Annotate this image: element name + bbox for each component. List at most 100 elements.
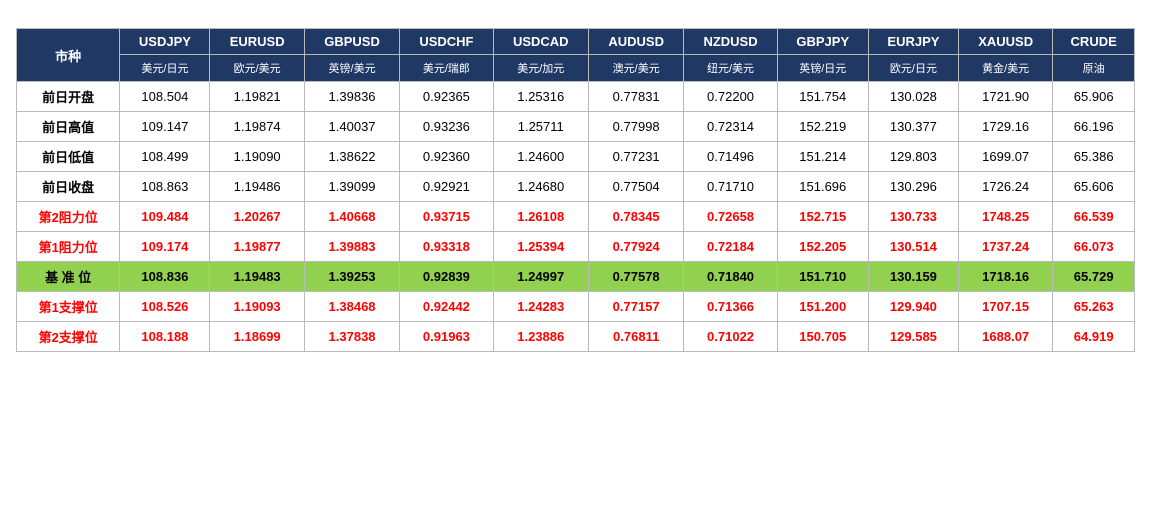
- col-header-code-eurjpy: EURJPY: [868, 29, 958, 55]
- cell-r8-c3: 0.91963: [400, 322, 493, 352]
- col-header-code-audusd: AUDUSD: [588, 29, 683, 55]
- cell-r6-c10: 65.729: [1053, 262, 1135, 292]
- cell-r1-c10: 66.196: [1053, 112, 1135, 142]
- cell-r2-c0: 108.499: [120, 142, 210, 172]
- col-header-code-xauusd: XAUUSD: [958, 29, 1052, 55]
- cell-r8-c5: 0.76811: [588, 322, 683, 352]
- cell-r7-c8: 129.940: [868, 292, 958, 322]
- col-header-code-nzdusd: NZDUSD: [684, 29, 777, 55]
- col-header-sub-eurusd: 欧元/美元: [210, 55, 304, 82]
- col-header-sub-xauusd: 黄金/美元: [958, 55, 1052, 82]
- cell-r5-c9: 1737.24: [958, 232, 1052, 262]
- col-header-code-gbpjpy: GBPJPY: [777, 29, 868, 55]
- cell-r2-c3: 0.92360: [400, 142, 493, 172]
- cell-r4-c6: 0.72658: [684, 202, 777, 232]
- cell-r6-c4: 1.24997: [493, 262, 588, 292]
- cell-r4-c4: 1.26108: [493, 202, 588, 232]
- cell-r4-c1: 1.20267: [210, 202, 304, 232]
- cell-r6-c3: 0.92839: [400, 262, 493, 292]
- cell-r0-c3: 0.92365: [400, 82, 493, 112]
- cell-r0-c0: 108.504: [120, 82, 210, 112]
- col-header-sub-gbpusd: 英镑/美元: [304, 55, 399, 82]
- cell-r7-c4: 1.24283: [493, 292, 588, 322]
- cell-r3-c1: 1.19486: [210, 172, 304, 202]
- cell-r8-c4: 1.23886: [493, 322, 588, 352]
- row-label-3: 前日收盘: [17, 172, 120, 202]
- cell-r1-c9: 1729.16: [958, 112, 1052, 142]
- cell-r3-c4: 1.24680: [493, 172, 588, 202]
- cell-r1-c4: 1.25711: [493, 112, 588, 142]
- cell-r8-c10: 64.919: [1053, 322, 1135, 352]
- cell-r4-c9: 1748.25: [958, 202, 1052, 232]
- cell-r4-c7: 152.715: [777, 202, 868, 232]
- cell-r8-c6: 0.71022: [684, 322, 777, 352]
- col-header-sub-usdcad: 美元/加元: [493, 55, 588, 82]
- cell-r5-c6: 0.72184: [684, 232, 777, 262]
- cell-r7-c1: 1.19093: [210, 292, 304, 322]
- cell-r2-c7: 151.214: [777, 142, 868, 172]
- table-row: 前日收盘108.8631.194861.390990.929211.246800…: [17, 172, 1135, 202]
- cell-r2-c2: 1.38622: [304, 142, 399, 172]
- cell-r6-c8: 130.159: [868, 262, 958, 292]
- cell-r0-c1: 1.19821: [210, 82, 304, 112]
- cell-r1-c7: 152.219: [777, 112, 868, 142]
- cell-r0-c4: 1.25316: [493, 82, 588, 112]
- col-header-code-crude: CRUDE: [1053, 29, 1135, 55]
- cell-r6-c0: 108.836: [120, 262, 210, 292]
- cell-r8-c1: 1.18699: [210, 322, 304, 352]
- cell-r4-c8: 130.733: [868, 202, 958, 232]
- cell-r8-c2: 1.37838: [304, 322, 399, 352]
- header-row-codes: 市种USDJPYEURUSDGBPUSDUSDCHFUSDCADAUDUSDNZ…: [17, 29, 1135, 55]
- col-header-sub-audusd: 澳元/美元: [588, 55, 683, 82]
- cell-r8-c9: 1688.07: [958, 322, 1052, 352]
- cell-r1-c3: 0.93236: [400, 112, 493, 142]
- cell-r3-c6: 0.71710: [684, 172, 777, 202]
- table-row: 第1阻力位109.1741.198771.398830.933181.25394…: [17, 232, 1135, 262]
- cell-r5-c3: 0.93318: [400, 232, 493, 262]
- row-label-5: 第1阻力位: [17, 232, 120, 262]
- cell-r6-c9: 1718.16: [958, 262, 1052, 292]
- cell-r1-c6: 0.72314: [684, 112, 777, 142]
- row-label-2: 前日低值: [17, 142, 120, 172]
- cell-r3-c10: 65.606: [1053, 172, 1135, 202]
- cell-r6-c1: 1.19483: [210, 262, 304, 292]
- cell-r7-c10: 65.263: [1053, 292, 1135, 322]
- table-row: 第1支撑位108.5261.190931.384680.924421.24283…: [17, 292, 1135, 322]
- cell-r2-c4: 1.24600: [493, 142, 588, 172]
- cell-r5-c2: 1.39883: [304, 232, 399, 262]
- cell-r1-c8: 130.377: [868, 112, 958, 142]
- cell-r2-c6: 0.71496: [684, 142, 777, 172]
- col-header-sub-gbpjpy: 英镑/日元: [777, 55, 868, 82]
- cell-r4-c2: 1.40668: [304, 202, 399, 232]
- row-label-7: 第1支撑位: [17, 292, 120, 322]
- cell-r2-c10: 65.386: [1053, 142, 1135, 172]
- col-header-code-eurusd: EURUSD: [210, 29, 304, 55]
- col-header-sub-nzdusd: 纽元/美元: [684, 55, 777, 82]
- cell-r5-c4: 1.25394: [493, 232, 588, 262]
- cell-r8-c7: 150.705: [777, 322, 868, 352]
- cell-r8-c8: 129.585: [868, 322, 958, 352]
- cell-r7-c2: 1.38468: [304, 292, 399, 322]
- cell-r2-c8: 129.803: [868, 142, 958, 172]
- cell-r3-c9: 1726.24: [958, 172, 1052, 202]
- cell-r1-c1: 1.19874: [210, 112, 304, 142]
- cell-r3-c2: 1.39099: [304, 172, 399, 202]
- cell-r0-c2: 1.39836: [304, 82, 399, 112]
- cell-r5-c7: 152.205: [777, 232, 868, 262]
- cell-r7-c7: 151.200: [777, 292, 868, 322]
- col-header-label: 市种: [17, 29, 120, 82]
- row-label-4: 第2阻力位: [17, 202, 120, 232]
- cell-r6-c2: 1.39253: [304, 262, 399, 292]
- cell-r5-c5: 0.77924: [588, 232, 683, 262]
- table-row: 前日开盘108.5041.198211.398360.923651.253160…: [17, 82, 1135, 112]
- cell-r0-c9: 1721.90: [958, 82, 1052, 112]
- cell-r7-c3: 0.92442: [400, 292, 493, 322]
- cell-r2-c9: 1699.07: [958, 142, 1052, 172]
- cell-r8-c0: 108.188: [120, 322, 210, 352]
- data-table: 市种USDJPYEURUSDGBPUSDUSDCHFUSDCADAUDUSDNZ…: [16, 28, 1135, 352]
- cell-r2-c1: 1.19090: [210, 142, 304, 172]
- cell-r5-c0: 109.174: [120, 232, 210, 262]
- cell-r2-c5: 0.77231: [588, 142, 683, 172]
- table-row: 前日高值109.1471.198741.400370.932361.257110…: [17, 112, 1135, 142]
- cell-r6-c5: 0.77578: [588, 262, 683, 292]
